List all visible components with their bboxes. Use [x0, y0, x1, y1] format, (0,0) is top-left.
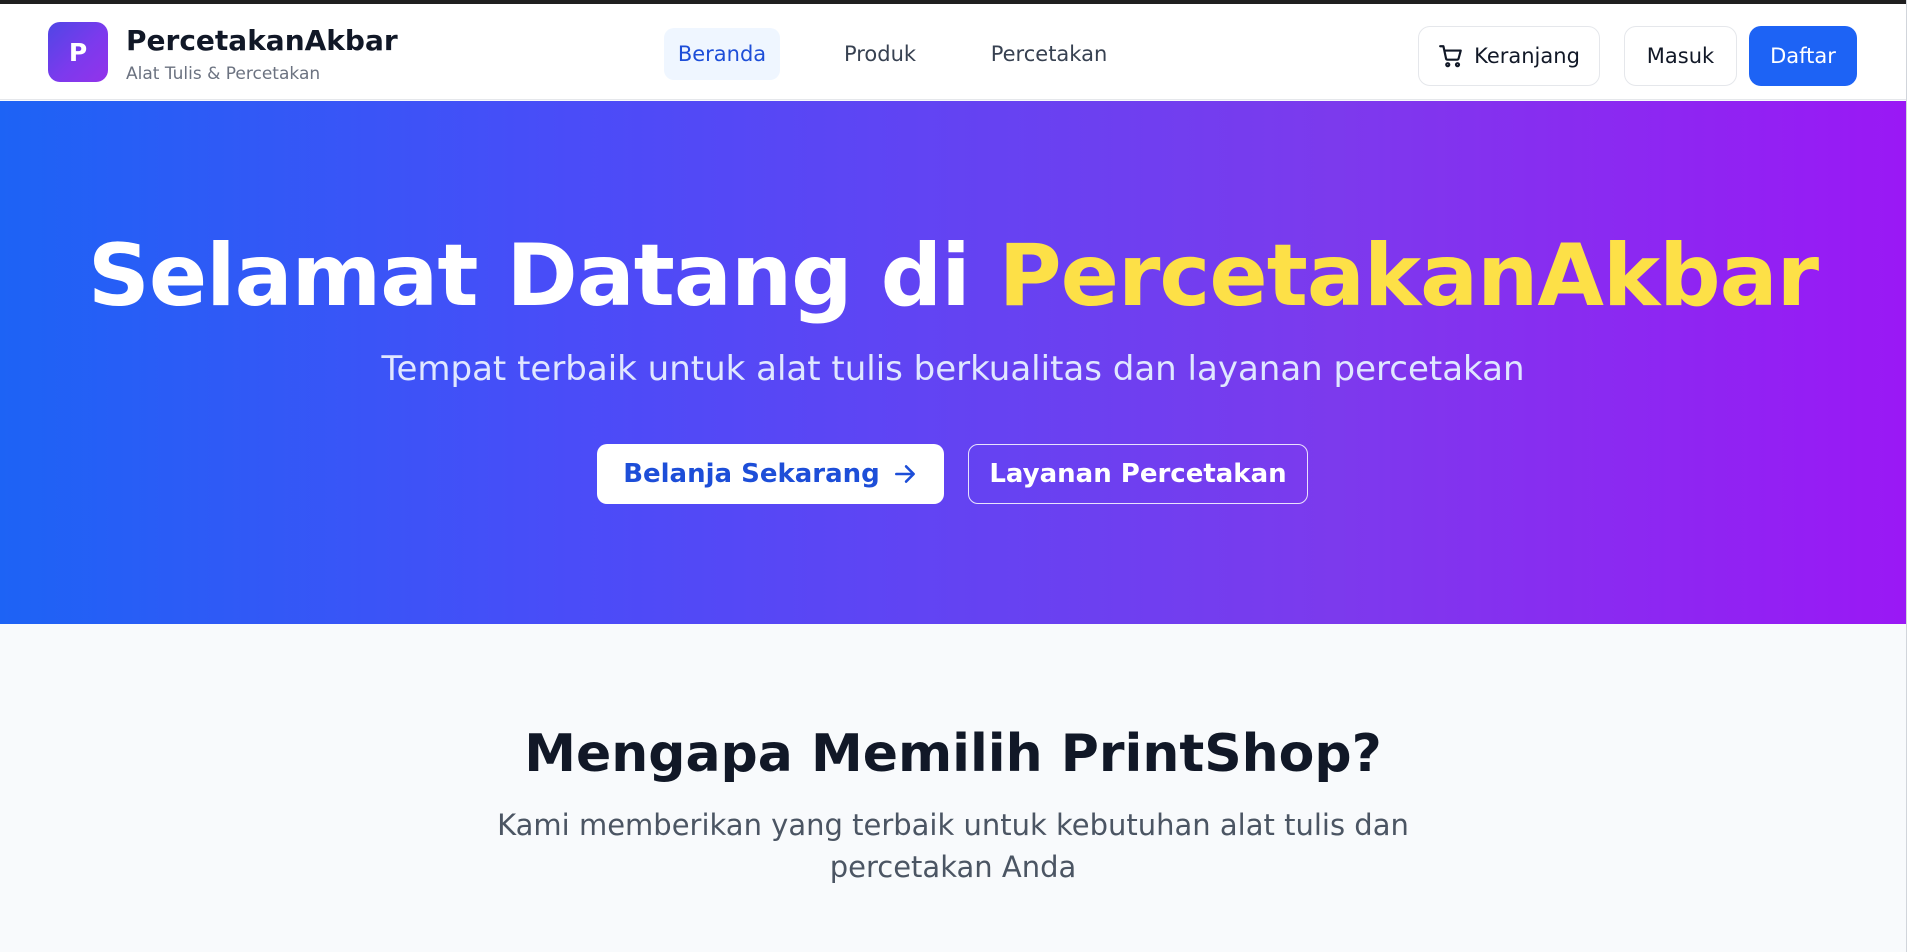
hero-title: Selamat Datang di PercetakanAkbar	[0, 226, 1906, 326]
logo-icon[interactable]: P	[48, 22, 108, 82]
hero-title-accent: PercetakanAkbar	[998, 226, 1819, 326]
shop-now-label: Belanja Sekarang	[623, 459, 880, 489]
browser-viewport: P PercetakanAkbar Alat Tulis & Percetaka…	[0, 0, 1907, 952]
shop-now-button[interactable]: Belanja Sekarang	[597, 444, 944, 504]
printing-service-button[interactable]: Layanan Percetakan	[968, 444, 1308, 504]
nav-item-produk[interactable]: Produk	[830, 28, 930, 80]
hero-title-prefix: Selamat Datang di	[87, 226, 999, 326]
register-button[interactable]: Daftar	[1749, 26, 1857, 86]
brand-tagline: Alat Tulis & Percetakan	[126, 64, 321, 84]
cart-label: Keranjang	[1474, 44, 1580, 68]
hero-section: Selamat Datang di PercetakanAkbar Tempat…	[0, 101, 1906, 624]
arrow-right-icon	[892, 461, 918, 487]
nav-item-beranda[interactable]: Beranda	[664, 28, 780, 80]
page: P PercetakanAkbar Alat Tulis & Percetaka…	[0, 4, 1906, 952]
features-title: Mengapa Memilih PrintShop?	[524, 724, 1382, 784]
shopping-cart-icon	[1438, 43, 1464, 69]
cart-button[interactable]: Keranjang	[1418, 26, 1600, 86]
features-subtitle: Kami memberikan yang terbaik untuk kebut…	[497, 808, 1409, 884]
login-button[interactable]: Masuk	[1624, 26, 1737, 86]
nav-item-percetakan[interactable]: Percetakan	[984, 28, 1114, 80]
top-navbar: P PercetakanAkbar Alat Tulis & Percetaka…	[0, 4, 1906, 100]
brand-name[interactable]: PercetakanAkbar	[126, 24, 398, 57]
hero-subtitle: Tempat terbaik untuk alat tulis berkuali…	[381, 349, 1525, 389]
